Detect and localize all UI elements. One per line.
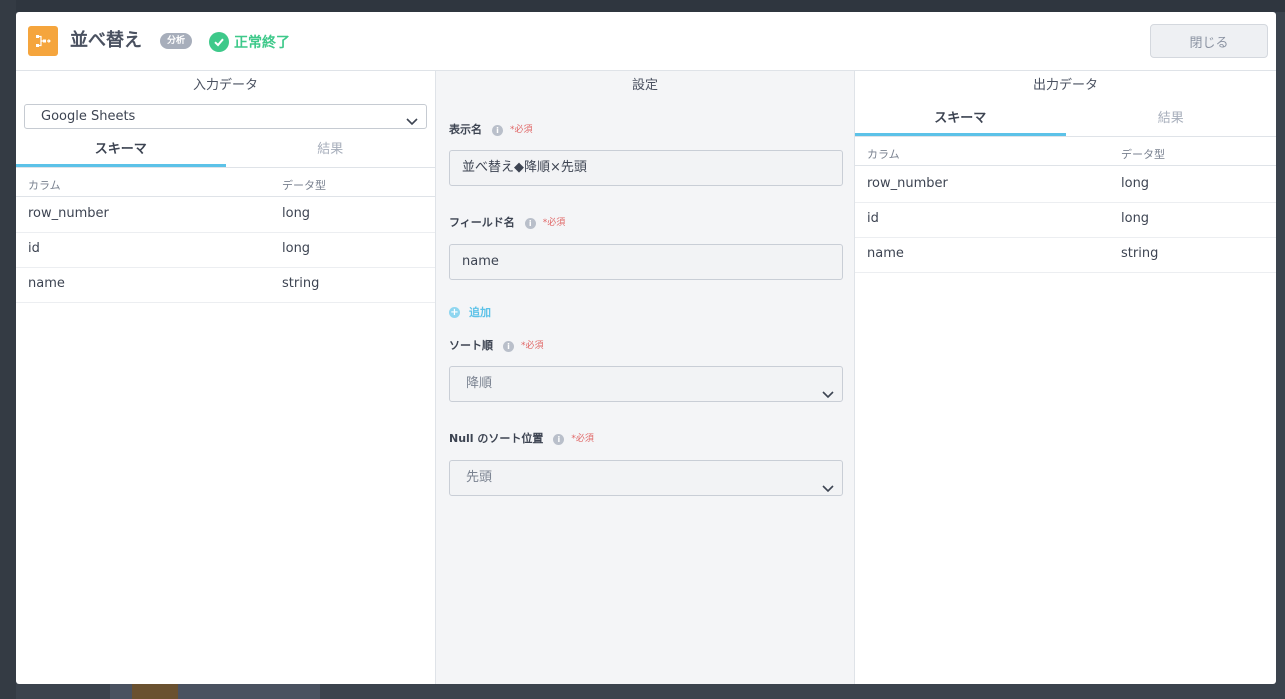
sort-order-select[interactable]: 降順: [449, 366, 843, 402]
chevron-down-icon: [822, 379, 834, 413]
tab-schema[interactable]: スキーマ: [16, 135, 226, 167]
field-name-input[interactable]: name: [449, 244, 843, 280]
settings-panel: 設定 表示名 i *必須 並べ替え◆降順×先頭 フィールド名 i *必須 nam…: [436, 71, 855, 684]
column-name: name: [28, 276, 65, 291]
background-node-icon: [132, 684, 178, 699]
add-field-button[interactable]: + 追加: [449, 304, 491, 320]
tab-results[interactable]: 結果: [226, 135, 436, 167]
display-name-input[interactable]: 並べ替え◆降順×先頭: [449, 150, 843, 186]
chevron-down-icon: [822, 473, 834, 507]
column-type: long: [282, 206, 311, 221]
sort-dialog: 並べ替え 分析 正常終了 閉じる 入力データ Google Sheets スキー…: [16, 12, 1276, 684]
null-position-label: Null のソート位置 i *必須: [449, 432, 594, 446]
category-badge: 分析: [160, 33, 193, 49]
column-name: row_number: [867, 176, 948, 191]
null-position-value: 先頭: [466, 470, 493, 485]
table-row: id long: [16, 232, 435, 268]
tab-results[interactable]: 結果: [1066, 104, 1277, 136]
column-name: row_number: [28, 206, 109, 221]
column-type: string: [1121, 246, 1159, 261]
column-header: カラム: [28, 179, 61, 192]
add-circle-icon: +: [449, 306, 460, 318]
input-panel-title: 入力データ: [192, 78, 258, 93]
table-row: id long: [855, 202, 1276, 238]
column-type: long: [1121, 211, 1150, 226]
schema-table-header: カラム データ型: [16, 168, 435, 197]
info-icon[interactable]: i: [503, 340, 514, 352]
settings-panel-title: 設定: [631, 78, 658, 93]
dialog-title: 並べ替え: [70, 30, 142, 51]
info-icon[interactable]: i: [492, 124, 503, 136]
column-type: string: [282, 276, 320, 291]
required-mark: *必須: [510, 125, 533, 135]
sort-order-label: ソート順 i *必須: [449, 339, 544, 353]
required-mark: *必須: [542, 218, 566, 228]
add-field-label: 追加: [469, 306, 491, 319]
tab-schema[interactable]: スキーマ: [855, 104, 1066, 136]
sort-order-label-text: ソート順: [449, 339, 493, 352]
type-header: データ型: [1121, 148, 1165, 161]
required-mark: *必須: [571, 434, 594, 444]
table-row: row_number long: [16, 197, 435, 233]
chevron-down-icon: [406, 111, 418, 134]
input-tabs: スキーマ 結果: [16, 135, 435, 168]
column-name: name: [867, 246, 904, 261]
source-select-value: Google Sheets: [41, 109, 136, 124]
null-position-select[interactable]: 先頭: [449, 460, 843, 496]
table-row: name string: [855, 237, 1276, 273]
column-type: long: [1121, 176, 1150, 191]
dialog-header: 並べ替え 分析 正常終了 閉じる: [16, 12, 1276, 71]
field-name-label-text: フィールド名: [449, 216, 515, 229]
column-header: カラム: [867, 148, 900, 161]
close-button[interactable]: 閉じる: [1150, 24, 1268, 58]
background-toolbar: [0, 0, 1285, 12]
null-position-label-text: Null のソート位置: [449, 432, 544, 445]
info-icon[interactable]: i: [553, 433, 565, 445]
output-data-panel: 出力データ スキーマ 結果 カラム データ型 row_number long i…: [855, 71, 1276, 684]
field-name-label: フィールド名 i *必須: [449, 216, 565, 230]
column-name: id: [867, 211, 879, 226]
sort-app-icon: [28, 26, 58, 56]
type-header: データ型: [282, 179, 326, 192]
output-panel-title: 出力データ: [1032, 78, 1098, 93]
schema-table-header: カラム データ型: [855, 137, 1276, 166]
display-name-label-text: 表示名: [449, 123, 482, 136]
table-row: name string: [16, 267, 435, 303]
status-text: 正常終了: [234, 35, 290, 51]
output-tabs: スキーマ 結果: [855, 104, 1276, 137]
status-indicator: 正常終了: [209, 31, 290, 53]
column-type: long: [282, 241, 311, 256]
check-circle-icon: [209, 32, 229, 52]
input-data-panel: 入力データ Google Sheets スキーマ 結果 カラム データ型 row…: [16, 71, 436, 684]
source-select[interactable]: Google Sheets: [24, 104, 427, 129]
table-row: row_number long: [855, 167, 1276, 203]
column-name: id: [28, 241, 40, 256]
display-name-label: 表示名 i *必須: [449, 123, 533, 137]
info-icon[interactable]: i: [524, 217, 536, 229]
background-sidebar: [0, 0, 16, 699]
required-mark: *必須: [521, 341, 544, 351]
sort-order-value: 降順: [466, 376, 493, 391]
